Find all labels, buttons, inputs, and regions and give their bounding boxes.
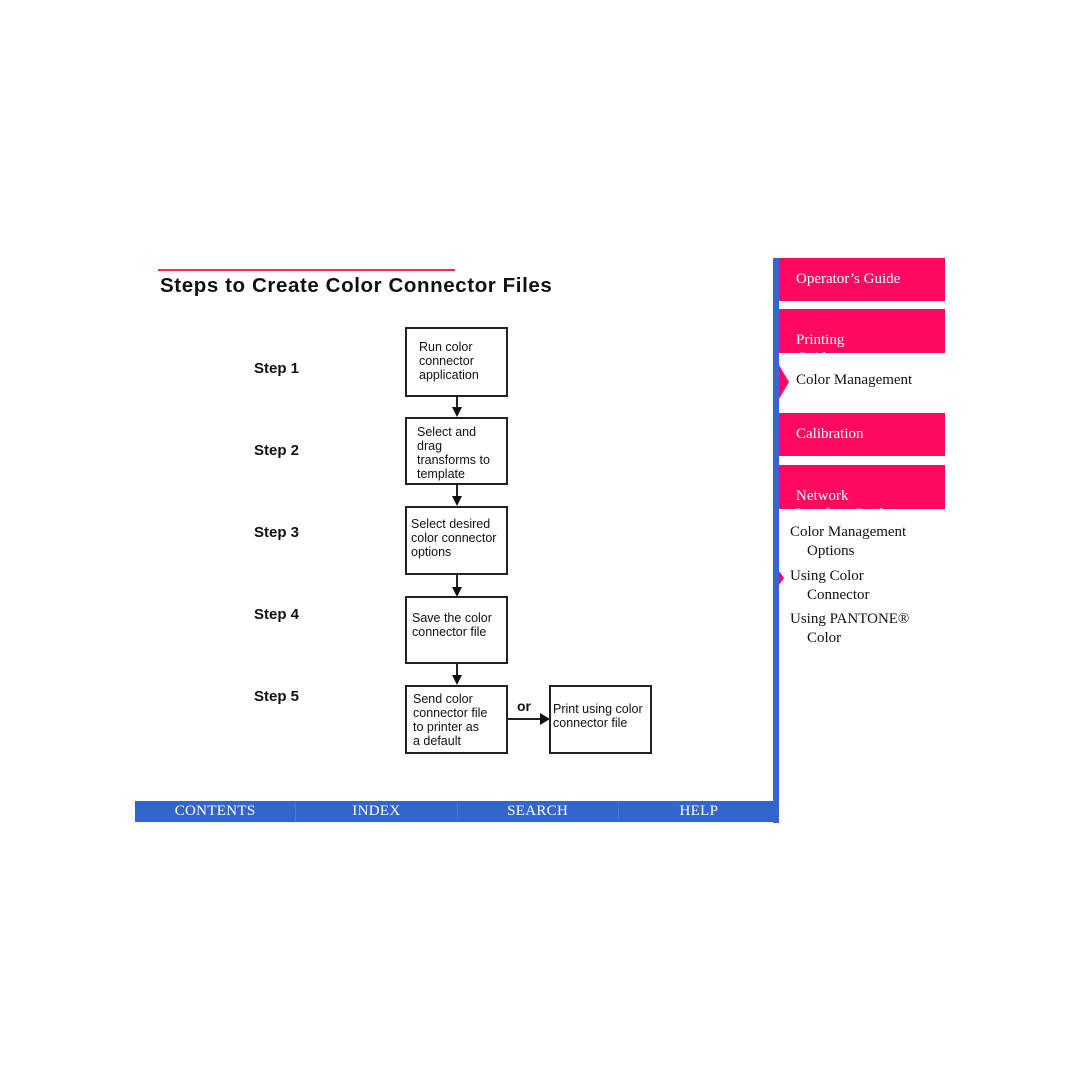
help-button[interactable]: HELP xyxy=(619,801,779,822)
flow-box-text: Send color connector file to printer as … xyxy=(413,692,488,748)
flow-box-text: Save the color connector file xyxy=(412,611,492,639)
step-5-label: Step 5 xyxy=(254,688,300,705)
flow-box-step-3: Select desired color connector options xyxy=(405,506,508,575)
sidebar-item-label: Color Management xyxy=(796,372,913,388)
step-3-label: Step 3 xyxy=(254,524,300,541)
sidebar-item-printing-guide[interactable]: Printing Guide xyxy=(779,309,945,366)
connector-line xyxy=(508,718,541,720)
topic-using-color-connector[interactable]: Using Color Connector xyxy=(790,567,869,605)
topic-label-line2: Color xyxy=(807,630,842,646)
current-topic-marker-icon xyxy=(779,571,784,585)
sidebar-item-label: Printing Guide xyxy=(796,332,845,366)
sidebar-item-label: Network Interface Guide xyxy=(796,488,890,522)
flow-box-alternative: Print using color connector file xyxy=(549,685,652,754)
title-rule xyxy=(158,269,455,271)
topic-label-line1: Using PANTONE® xyxy=(790,611,910,627)
sidebar-item-network-interface-guide[interactable]: Network Interface Guide xyxy=(779,465,945,522)
search-button[interactable]: SEARCH xyxy=(458,801,619,822)
sidebar-item-color-management[interactable]: Color Management xyxy=(779,372,945,389)
flow-box-text: Run color connector application xyxy=(419,340,479,382)
topic-label-line1: Using Color xyxy=(790,568,864,584)
page-title: Steps to Create Color Connector Files xyxy=(160,274,553,297)
flow-box-text: Print using color connector file xyxy=(553,702,643,730)
step-1-label: Step 1 xyxy=(254,360,300,377)
flow-box-text: Select and drag transforms to template xyxy=(417,425,490,481)
step-4-label: Step 4 xyxy=(254,606,300,623)
sidebar-item-calibration[interactable]: Calibration xyxy=(779,413,945,456)
topic-label-line1: Color Management xyxy=(790,524,907,540)
arrow-down-icon xyxy=(452,675,462,685)
step-2-label: Step 2 xyxy=(254,442,300,459)
arrow-down-icon xyxy=(452,407,462,417)
or-label: or xyxy=(517,698,531,714)
flow-box-step-2: Select and drag transforms to template xyxy=(405,417,508,485)
flow-box-step-1: Run color connector application xyxy=(405,327,508,397)
flow-box-step-5: Send color connector file to printer as … xyxy=(405,685,508,754)
index-button[interactable]: INDEX xyxy=(296,801,458,822)
flow-box-text: Select desired color connector options xyxy=(411,517,497,559)
topic-label-line2: Connector xyxy=(807,587,870,603)
topic-color-management-options[interactable]: Color Management Options xyxy=(790,523,906,561)
contents-button[interactable]: CONTENTS xyxy=(135,801,297,822)
sidebar-item-label: Calibration xyxy=(796,426,864,442)
sidebar-item-operators-guide[interactable]: Operator’s Guide xyxy=(779,258,945,301)
flow-box-step-4: Save the color connector file xyxy=(405,596,508,664)
sidebar-item-label: Operator’s Guide xyxy=(796,271,901,287)
bottom-nav-bar: CONTENTS INDEX SEARCH HELP xyxy=(135,801,779,822)
topic-label-line2: Options xyxy=(807,543,855,559)
topic-using-pantone-color[interactable]: Using PANTONE® Color xyxy=(790,610,909,648)
arrow-down-icon xyxy=(452,496,462,506)
